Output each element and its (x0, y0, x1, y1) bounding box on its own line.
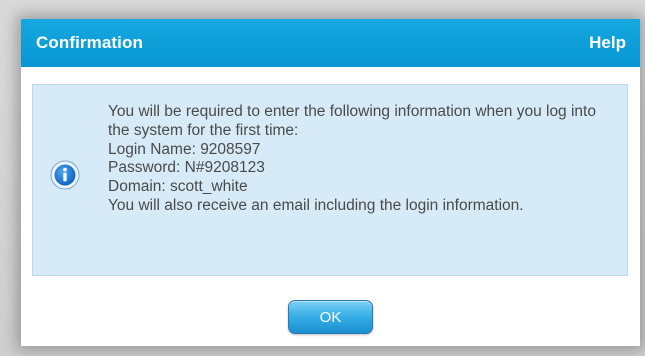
domain-line: Domain: scott_white (108, 178, 248, 196)
info-icon (50, 160, 80, 190)
confirmation-dialog: Confirmation Help You will be required t… (21, 19, 640, 346)
dialog-titlebar: Confirmation Help (21, 19, 640, 67)
login-name-line: Login Name: 9208597 (108, 140, 261, 158)
ok-button[interactable]: OK (288, 300, 373, 334)
info-message: You will be required to enter the follow… (108, 103, 618, 216)
dialog-title: Confirmation (36, 33, 143, 52)
help-link[interactable]: Help (589, 33, 626, 53)
message-intro: You will be required to enter the follow… (108, 103, 596, 139)
password-line: Password: N#9208123 (108, 159, 265, 177)
info-message-box: You will be required to enter the follow… (32, 84, 628, 276)
email-notice: You will also receive an email including… (108, 196, 524, 214)
